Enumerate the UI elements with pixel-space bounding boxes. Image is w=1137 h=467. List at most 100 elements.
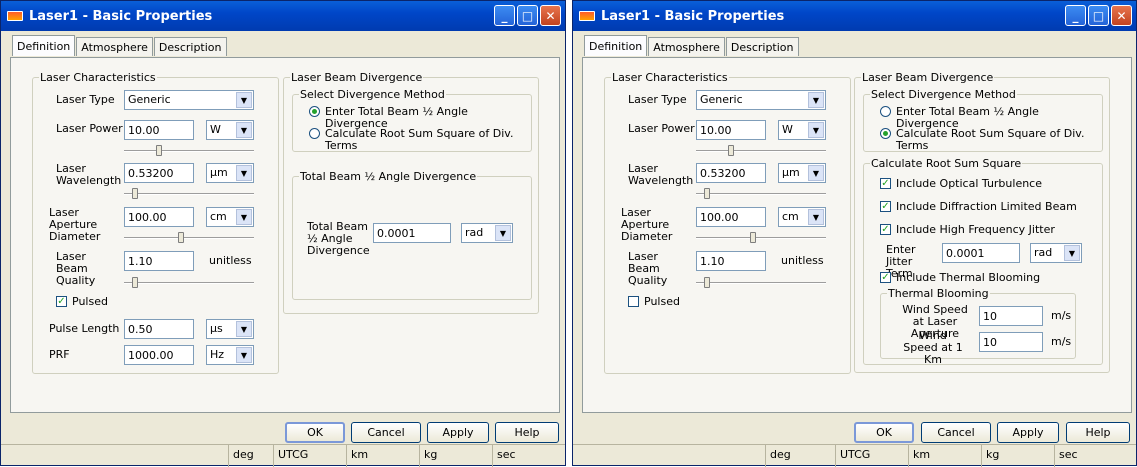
laser-power-unit-select[interactable]: W ▼ xyxy=(206,120,254,140)
wavelength-slider[interactable] xyxy=(124,188,254,199)
laser-type-select[interactable]: Generic ▼ xyxy=(124,90,254,110)
ok-button[interactable]: OK xyxy=(854,422,914,443)
diffraction-limited-checkbox[interactable]: ✓ xyxy=(880,201,891,212)
prf-unit-select[interactable]: Hz ▼ xyxy=(206,345,254,365)
aperture-unit-select[interactable]: cm ▼ xyxy=(778,207,826,227)
close-icon[interactable]: ✕ xyxy=(540,5,561,26)
status-sec: sec xyxy=(497,448,516,461)
beam-quality-label: Laser Beam Quality xyxy=(56,250,96,287)
chevron-down-icon: ▼ xyxy=(495,225,511,241)
wavelength-slider[interactable] xyxy=(696,188,826,199)
chevron-down-icon: ▼ xyxy=(236,165,252,181)
maximize-icon[interactable]: □ xyxy=(517,5,538,26)
apply-button[interactable]: Apply xyxy=(997,422,1059,443)
beam-quality-slider[interactable] xyxy=(696,277,826,288)
title-bar[interactable]: Laser1 - Basic Properties _ □ ✕ xyxy=(1,1,565,31)
divergence-input[interactable] xyxy=(373,223,451,243)
tab-atmosphere[interactable]: Atmosphere xyxy=(76,37,153,56)
minimize-icon[interactable]: _ xyxy=(494,5,515,26)
pulse-length-unit-select[interactable]: µs ▼ xyxy=(206,319,254,339)
aperture-slider[interactable] xyxy=(696,232,826,243)
minimize-icon[interactable]: _ xyxy=(1065,5,1086,26)
thermal-blooming-title: Thermal Blooming xyxy=(887,287,990,300)
definition-panel: Laser Characteristics Laser Type Generic… xyxy=(10,57,560,413)
laser-power-input[interactable] xyxy=(124,120,194,140)
enter-total-radio[interactable] xyxy=(880,106,891,117)
chevron-down-icon: ▼ xyxy=(236,122,252,138)
cancel-button[interactable]: Cancel xyxy=(351,422,421,443)
jitter-unit-select[interactable]: rad ▼ xyxy=(1030,243,1082,263)
laser-power-input[interactable] xyxy=(696,120,766,140)
laser-power-label: Laser Power xyxy=(56,122,123,135)
beam-quality-input[interactable] xyxy=(696,251,766,271)
maximize-icon[interactable]: □ xyxy=(1088,5,1109,26)
chevron-down-icon: ▼ xyxy=(1064,245,1080,261)
status-blank xyxy=(1,445,229,467)
tab-atmosphere[interactable]: Atmosphere xyxy=(648,37,725,56)
calc-rss-group: Calculate Root Sum Square ✓ Include Opti… xyxy=(863,157,1103,366)
thermal-blooming-checkbox[interactable]: ✓ xyxy=(880,272,891,283)
unitless-label: unitless xyxy=(209,254,252,267)
help-button[interactable]: Help xyxy=(1066,422,1130,443)
divergence-unit-select[interactable]: rad ▼ xyxy=(461,223,513,243)
high-freq-jitter-label: Include High Frequency Jitter xyxy=(896,223,1055,236)
optical-turbulence-checkbox[interactable]: ✓ xyxy=(880,178,891,189)
tab-description[interactable]: Description xyxy=(153,37,227,56)
wavelength-input[interactable] xyxy=(124,163,194,183)
jitter-input[interactable] xyxy=(942,243,1020,263)
wavelength-unit-select[interactable]: µm ▼ xyxy=(778,163,826,183)
status-km: km xyxy=(347,445,420,467)
laser-power-unit-select[interactable]: W ▼ xyxy=(778,120,826,140)
tab-definition[interactable]: Definition xyxy=(12,35,76,56)
thermal-blooming-label: Include Thermal Blooming xyxy=(896,271,1041,284)
beam-quality-slider[interactable] xyxy=(124,277,254,288)
beam-quality-label: Laser Beam Quality xyxy=(628,250,668,287)
calc-rss-radio[interactable] xyxy=(309,128,320,139)
aperture-unit-select[interactable]: cm ▼ xyxy=(206,207,254,227)
beam-quality-input[interactable] xyxy=(124,251,194,271)
status-kg: kg xyxy=(982,445,1055,467)
chevron-down-icon: ▼ xyxy=(808,209,824,225)
diffraction-limited-label: Include Diffraction Limited Beam xyxy=(896,200,1077,213)
enter-total-radio[interactable] xyxy=(309,106,320,117)
laser-power-slider[interactable] xyxy=(696,145,826,156)
calc-rss-label: Calculate Root Sum Square of Div. Terms xyxy=(325,127,514,152)
aperture-slider[interactable] xyxy=(124,232,254,243)
laser-power-slider[interactable] xyxy=(124,145,254,156)
help-button[interactable]: Help xyxy=(495,422,559,443)
cancel-button[interactable]: Cancel xyxy=(921,422,991,443)
chevron-down-icon: ▼ xyxy=(236,209,252,225)
pulsed-checkbox[interactable] xyxy=(628,296,639,307)
calc-rss-label: Calculate Root Sum Square of Div. Terms xyxy=(896,127,1085,152)
optical-turbulence-label: Include Optical Turbulence xyxy=(896,177,1042,190)
title-bar[interactable]: Laser1 - Basic Properties _ □ ✕ xyxy=(573,1,1136,31)
wavelength-input[interactable] xyxy=(696,163,766,183)
laser-type-select[interactable]: Generic ▼ xyxy=(696,90,826,110)
pulsed-checkbox[interactable]: ✓ xyxy=(56,296,67,307)
aperture-input[interactable] xyxy=(124,207,194,227)
wind-1km-input[interactable] xyxy=(979,332,1043,352)
aperture-diameter-label: Laser Aperture Diameter xyxy=(621,206,673,243)
laser-characteristics-group: Laser Characteristics Laser Type Generic… xyxy=(32,71,279,374)
pulse-length-input[interactable] xyxy=(124,319,194,339)
total-beam-group: Total Beam ½ Angle Divergence Total Beam… xyxy=(292,170,532,300)
chevron-down-icon: ▼ xyxy=(808,165,824,181)
aperture-diameter-label: Laser Aperture Diameter xyxy=(49,206,101,243)
high-freq-jitter-checkbox[interactable]: ✓ xyxy=(880,224,891,235)
pulsed-label: Pulsed xyxy=(72,295,108,308)
ok-button[interactable]: OK xyxy=(285,422,345,443)
divergence-method-group: Select Divergence Method Enter Total Bea… xyxy=(863,88,1103,152)
tab-definition[interactable]: Definition xyxy=(584,35,648,56)
laser-icon xyxy=(579,11,595,21)
prf-label: PRF xyxy=(49,348,70,361)
laser-power-label: Laser Power xyxy=(628,122,695,135)
aperture-input[interactable] xyxy=(696,207,766,227)
close-icon[interactable]: ✕ xyxy=(1111,5,1132,26)
prf-input[interactable] xyxy=(124,345,194,365)
wavelength-unit-select[interactable]: µm ▼ xyxy=(206,163,254,183)
wind-aperture-input[interactable] xyxy=(979,306,1043,326)
tab-description[interactable]: Description xyxy=(725,37,799,56)
calc-rss-radio[interactable] xyxy=(880,128,891,139)
apply-button[interactable]: Apply xyxy=(427,422,489,443)
total-beam-label: Total Beam ½ Angle Divergence xyxy=(307,220,370,257)
